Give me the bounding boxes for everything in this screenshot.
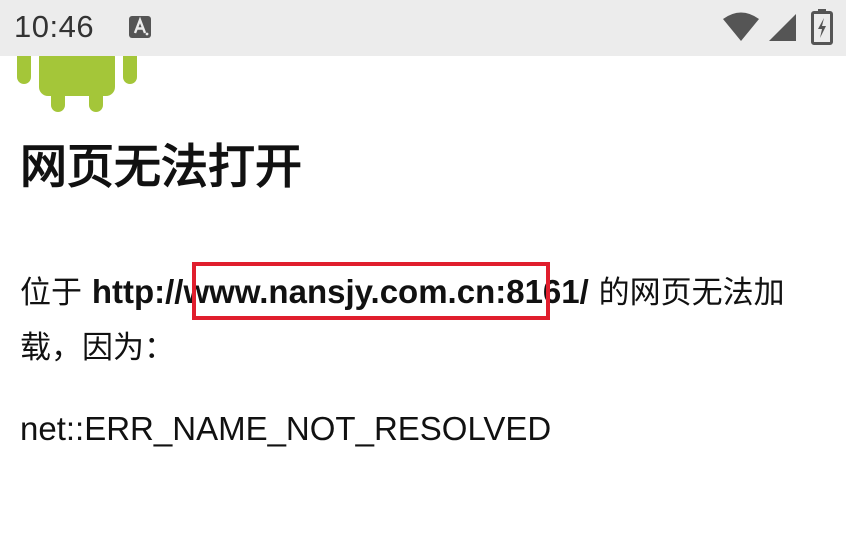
browser-screen: 10:46 网页无法打开 位于 http://www.nansjy.com.cn… xyxy=(0,0,846,548)
cell-signal-icon xyxy=(769,14,796,41)
battery-charging-icon xyxy=(811,9,833,45)
wifi-icon xyxy=(723,12,759,41)
error-url: http://www.nansjy.com.cn:8161/ xyxy=(91,273,589,310)
status-time: 10:46 xyxy=(14,9,95,44)
error-message: 位于 http://www.nansjy.com.cn:8161/ 的网页无法加… xyxy=(20,264,830,376)
error-code: net::ERR_NAME_NOT_RESOLVED xyxy=(20,410,552,447)
status-bar: 10:46 xyxy=(0,0,846,56)
page-title: 网页无法打开 xyxy=(20,140,302,195)
message-prefix: 位于 xyxy=(20,275,92,311)
text-a-icon xyxy=(129,16,151,38)
